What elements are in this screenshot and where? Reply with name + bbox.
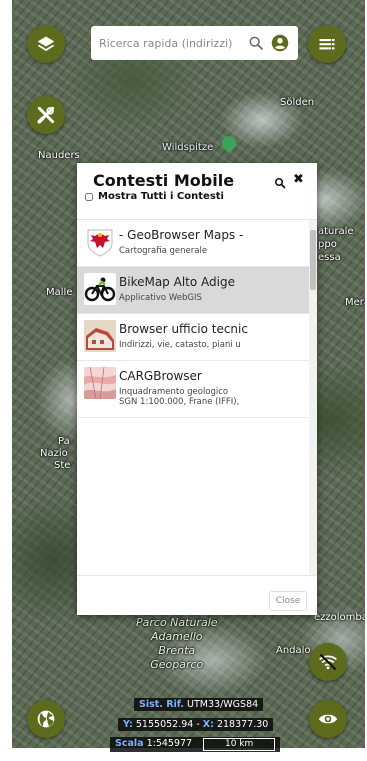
ref-system-value: UTM33/WGS84 <box>187 699 259 710</box>
map-label-essa: essa <box>318 252 341 263</box>
list-item-subtitle-2: SGN 1:100.000, Frane (IFFI), <box>119 397 240 407</box>
building-thumbnail-icon <box>84 320 116 352</box>
globe-button[interactable] <box>27 700 65 738</box>
list-item-geobrowser[interactable]: - GeoBrowser Maps - Cartografia generale <box>77 220 309 267</box>
map-label-gruppo: ppo <box>318 239 337 250</box>
menu-button[interactable] <box>308 25 346 63</box>
ref-system-readout: Sist. Rif. UTM33/WGS84 <box>134 698 264 711</box>
list-scrollbar[interactable] <box>309 220 317 575</box>
list-item-ufficio-tecnico[interactable]: Browser ufficio tecnic Indirizzi, vie, c… <box>77 314 309 361</box>
user-icon[interactable] <box>271 34 289 52</box>
tyrol-eagle-icon <box>84 226 116 258</box>
list-item-bikemap[interactable]: BikeMap Alto Adige Applicativo WebGIS <box>77 267 309 314</box>
list-item-subtitle: Applicativo WebGIS <box>119 293 202 303</box>
ref-system-label: Sist. Rif. <box>139 699 185 710</box>
map-label-nauders: Nauders <box>38 150 80 161</box>
list-item-title: CARGBrowser <box>119 369 202 383</box>
show-all-checkbox-input[interactable] <box>85 192 93 201</box>
search-icon[interactable] <box>247 34 265 52</box>
map-label-mezzolombardo: ezzolomba <box>314 612 365 623</box>
layers-button[interactable] <box>27 25 65 63</box>
show-all-checkbox[interactable]: Mostra Tutti i Contesti <box>85 191 224 202</box>
coordinates-readout: Y: 5155052.94 - X: 218377.30 <box>118 718 274 731</box>
wifi-off-icon <box>319 653 337 671</box>
scale-bar: 10 km <box>203 738 276 751</box>
visibility-button[interactable] <box>309 700 347 738</box>
list-item-title: Browser ufficio tecnic <box>119 322 248 336</box>
contexts-list[interactable]: - GeoBrowser Maps - Cartografia generale… <box>77 219 317 576</box>
search-input[interactable] <box>97 35 241 51</box>
x-value: 218377.30 <box>216 719 269 730</box>
show-all-label: Mostra Tutti i Contesti <box>98 191 224 202</box>
modal-search-icon[interactable] <box>274 174 286 193</box>
map-label-naturale: aturale <box>318 226 354 237</box>
bicycle-icon <box>84 273 116 305</box>
list-item-subtitle: Indirizzi, vie, catasto, piani u <box>119 340 241 350</box>
scale-value: 1:545977 <box>146 738 193 749</box>
tools-button[interactable] <box>27 96 65 134</box>
contexts-modal: Contesti Mobile ✖ Mostra Tutti i Contest… <box>77 163 317 615</box>
close-icon[interactable]: ✖ <box>293 172 304 187</box>
map-label-andalo: Andalo <box>276 645 311 656</box>
scale-readout: Scala 1:545977 10 km <box>110 737 281 752</box>
modal-title: Contesti Mobile <box>93 171 235 190</box>
scale-label: Scala <box>115 738 144 749</box>
map-label-solden: Sölden <box>280 97 315 108</box>
eye-icon <box>318 714 338 724</box>
list-item-title: BikeMap Alto Adige <box>119 275 235 289</box>
tools-icon <box>37 106 55 124</box>
map-marker-icon[interactable] <box>219 133 239 153</box>
list-menu-icon <box>319 39 335 50</box>
geology-map-thumbnail-icon <box>84 367 116 399</box>
list-item-subtitle: Cartografia generale <box>119 246 208 256</box>
list-scrollbar-thumb[interactable] <box>310 230 316 290</box>
map-label-merano: Mera <box>345 297 365 308</box>
y-label: Y: <box>123 719 133 730</box>
list-item-cargbrowser[interactable]: CARGBrowser Inquadramento geologico SGN … <box>77 361 309 418</box>
globe-icon <box>37 710 55 728</box>
map-label-malles: Malle <box>46 287 73 298</box>
list-item-subtitle: Inquadramento geologico <box>119 387 229 397</box>
map-label-park-nazionale-2: Nazio <box>40 448 68 459</box>
y-value: 5155052.94 <box>135 719 194 730</box>
map-label-park-nazionale-1: Pa <box>58 436 70 447</box>
layers-icon <box>37 36 55 52</box>
gps-off-button[interactable] <box>309 643 347 681</box>
list-item-title: - GeoBrowser Maps - <box>119 228 244 242</box>
close-button[interactable]: Close <box>269 591 307 611</box>
map-label-park-nazionale-3: Ste <box>54 460 71 471</box>
map-label-wildspitze: Wildspitze <box>162 142 214 153</box>
search-bar <box>91 26 298 60</box>
x-label: X: <box>202 719 214 730</box>
map-label-park-adamello: Parco Naturale Adamello Brenta Geoparco <box>136 616 218 671</box>
